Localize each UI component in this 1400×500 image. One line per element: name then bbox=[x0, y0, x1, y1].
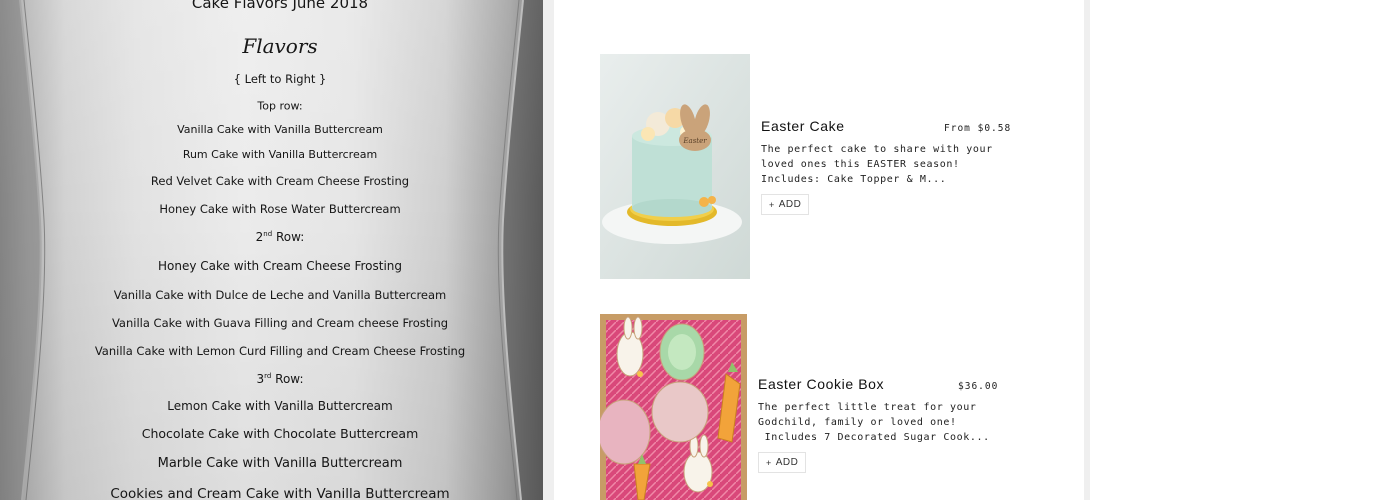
product-description: The perfect cake to share with your love… bbox=[761, 144, 993, 185]
menu-item: Rum Cake with Vanilla Buttercream bbox=[182, 148, 378, 161]
easter-cookie-box-photo-icon bbox=[600, 314, 747, 500]
menu-row-label: Top row: bbox=[257, 99, 303, 113]
menu-item: Vanilla Cake with Guava Filling and Crea… bbox=[111, 316, 449, 330]
menu-item: Lemon Cake with Vanilla Buttercream bbox=[167, 399, 393, 413]
cake-topper-text: Easter bbox=[682, 137, 707, 145]
easter-cookie-box-image[interactable] bbox=[600, 314, 747, 500]
product-price: $36.00 bbox=[958, 381, 999, 392]
menu-order-note: { Left to Right } bbox=[233, 72, 327, 86]
add-to-cart-button[interactable]: + ADD bbox=[758, 452, 807, 473]
menu-photo: Cake Flavors June 2018 Flavors { Left to… bbox=[0, 0, 543, 500]
menu-item: Honey Cake with Rose Water Buttercream bbox=[159, 202, 401, 216]
product-name[interactable]: Easter Cookie Box bbox=[758, 376, 884, 392]
divider-strip bbox=[1084, 0, 1090, 500]
menu-item: Honey Cake with Cream Cheese Frosting bbox=[157, 259, 403, 273]
menu-title: Cake Flavors June 2018 bbox=[191, 0, 369, 12]
easter-cake-image[interactable]: Easter bbox=[600, 54, 750, 279]
add-button-label: ADD bbox=[775, 457, 799, 468]
menu-item: Vanilla Cake with Lemon Curd Filling and… bbox=[94, 344, 466, 358]
add-to-cart-button[interactable]: + ADD bbox=[761, 194, 810, 215]
product-card[interactable]: Easter Cookie Box $36.00 The perfect lit… bbox=[554, 300, 1084, 500]
menu-item: Cookies and Cream Cake with Vanilla Butt… bbox=[110, 486, 450, 500]
menu-row-label: 2nd Row: bbox=[255, 230, 305, 244]
product-card[interactable]: Easter Easter Cake From $0.58 The perfec… bbox=[554, 0, 1084, 290]
plus-icon: + bbox=[769, 199, 775, 210]
product-list: Easter Easter Cake From $0.58 The perfec… bbox=[554, 0, 1084, 500]
menu-item: Marble Cake with Vanilla Buttercream bbox=[157, 456, 403, 471]
add-button-label: ADD bbox=[778, 199, 802, 210]
menu-heading: Flavors bbox=[242, 34, 318, 58]
menu-item: Vanilla Cake with Dulce de Leche and Van… bbox=[113, 288, 447, 302]
product-name[interactable]: Easter Cake bbox=[761, 118, 845, 134]
menu-item: Chocolate Cake with Chocolate Buttercrea… bbox=[141, 426, 419, 441]
easter-cake-photo-icon: Easter bbox=[600, 54, 750, 279]
product-price: From $0.58 bbox=[944, 123, 1012, 134]
plus-icon: + bbox=[766, 457, 772, 468]
product-description: The perfect little treat for your Godchi… bbox=[758, 402, 990, 443]
divider-strip bbox=[543, 0, 554, 500]
menu-item: Red Velvet Cake with Cream Cheese Frosti… bbox=[150, 174, 410, 188]
menu-row-label: 3rd Row: bbox=[256, 372, 304, 386]
menu-item: Vanilla Cake with Vanilla Buttercream bbox=[177, 123, 383, 136]
